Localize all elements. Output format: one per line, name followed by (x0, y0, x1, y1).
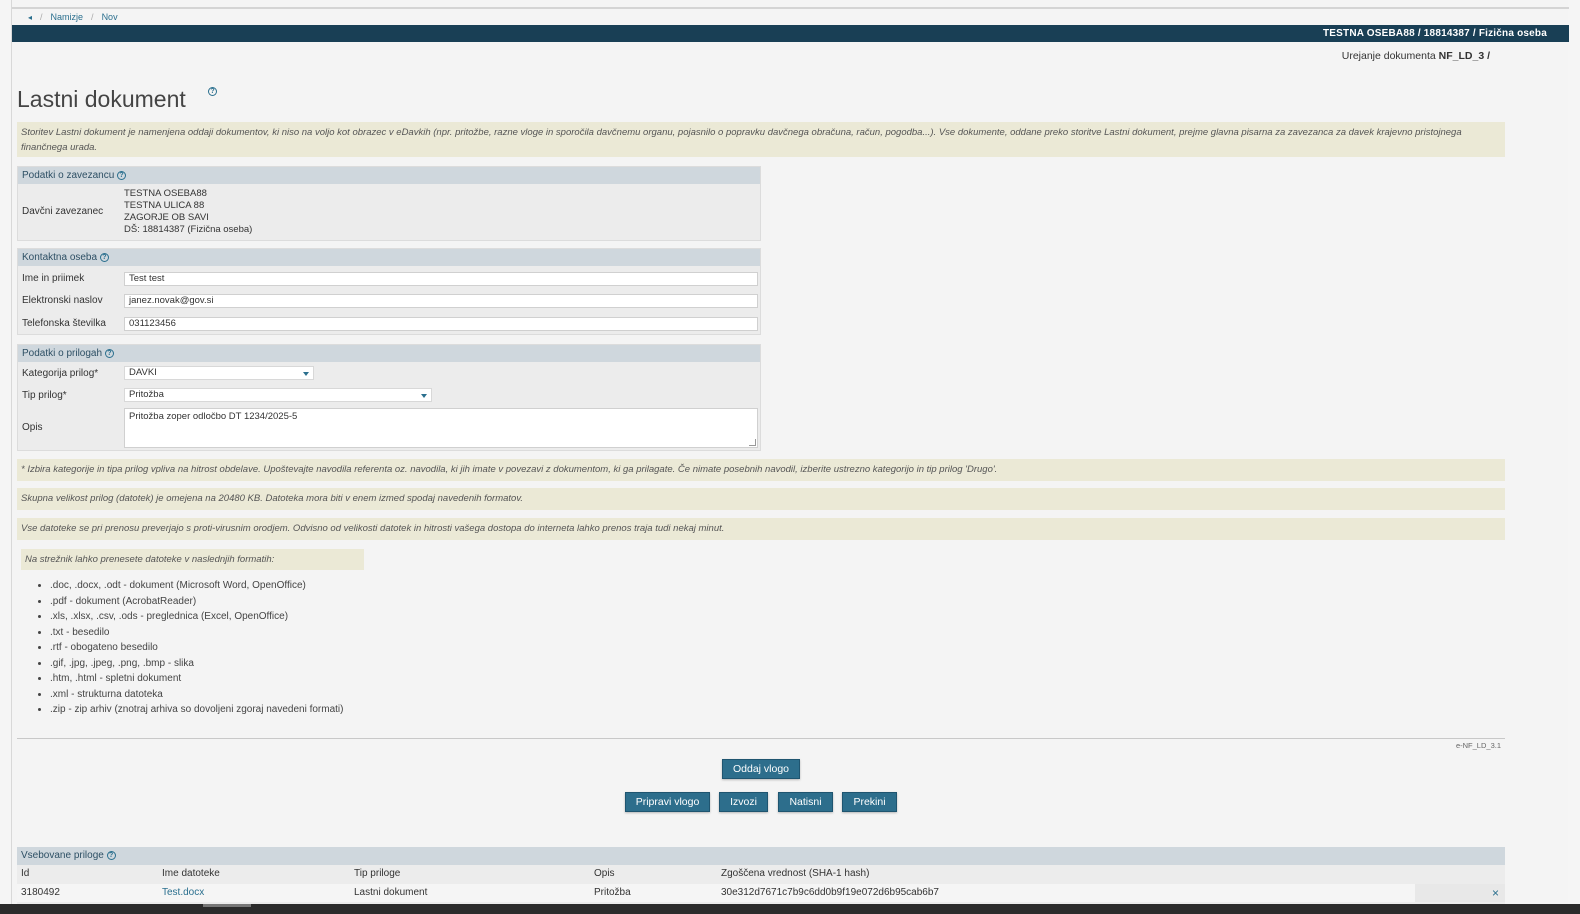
category-select[interactable]: DAVKI (124, 366, 314, 380)
help-icon[interactable]: ? (104, 348, 114, 358)
taxpayer-line: TESTNA OSEBA88 (124, 188, 207, 199)
formats-list: .doc, .docx, .odt - dokument (Microsoft … (50, 578, 343, 718)
format-item: .rtf - obogateno besedilo (50, 640, 343, 656)
column-desc: Opis (594, 868, 615, 879)
taxpayer-heading: Podatki o zavezancu (22, 170, 115, 181)
taxpayer-panel-heading: Podatki o zavezancu ? (18, 167, 760, 184)
format-item: .txt - besedilo (50, 625, 343, 641)
type-value: Pritožba (129, 389, 164, 400)
taxpayer-label: Davčni zavezanec (22, 206, 104, 217)
name-field[interactable]: Test test (124, 272, 758, 286)
taxpayer-address: TESTNA OSEBA88 TESTNA ULICA 88 ZAGORJE O… (124, 188, 252, 236)
format-item: .doc, .docx, .odt - dokument (Microsoft … (50, 578, 343, 594)
breadcrumb-separator: / (40, 12, 43, 22)
attachments-info-panel: Podatki o prilogah ? Kategorija prilog* … (17, 344, 761, 451)
contained-attachments-heading: Vsebovane priloge ? (17, 847, 1505, 865)
column-type: Tip priloge (354, 868, 401, 879)
chevron-down-icon (421, 394, 427, 398)
column-file: Ime datoteke (162, 868, 220, 879)
size-note: Skupna velikost prilog (datotek) je omej… (17, 488, 1505, 510)
document-edit-label: Urejanje dokumenta (1341, 50, 1436, 62)
type-label: Tip prilog* (22, 390, 67, 401)
contact-panel-heading: Kontaktna oseba ? (18, 249, 760, 266)
description-textarea[interactable]: Pritožba zoper odločbo DT 1234/2025-5 (124, 408, 758, 448)
cell-type: Lastni dokument (354, 887, 428, 898)
taxpayer-line: TESTNA ULICA 88 (124, 200, 205, 211)
document-edit-value: NF_LD_3 / (1438, 50, 1490, 62)
category-note: * Izbira kategorije in tipa prilog vpliv… (17, 459, 1505, 481)
contact-heading: Kontaktna oseba (22, 252, 98, 263)
divider (17, 738, 1505, 739)
app-frame: ◂ / Namizje / Nov TESTNA OSEBA88 / 18814… (11, 0, 1569, 907)
column-id: Id (21, 868, 30, 879)
breadcrumb: ◂ / Namizje / Nov (28, 11, 118, 23)
cell-id: 3180492 (21, 887, 60, 898)
table-header: Id Ime datoteke Tip priloge Opis Zgoščen… (17, 865, 1505, 883)
contact-panel: Kontaktna oseba ? Ime in priimek Test te… (17, 248, 761, 335)
format-item: .pdf - dokument (AcrobatReader) (50, 594, 343, 610)
form-version: e-NF_LD_3.1 (1455, 741, 1501, 750)
email-field[interactable]: janez.novak@gov.si (124, 294, 758, 308)
close-icon[interactable]: × (1415, 884, 1505, 902)
description-label: Opis (22, 422, 43, 433)
format-item: .xls, .xlsx, .csv, .ods - preglednica (E… (50, 609, 343, 625)
format-item: .xml - strukturna datoteka (50, 687, 343, 703)
contained-attachments-panel: Vsebovane priloge ? Id Ime datoteke Tip … (17, 847, 1505, 907)
user-bar: TESTNA OSEBA88 / 18814387 / Fizična oseb… (12, 25, 1569, 42)
top-divider (12, 7, 1569, 9)
scrollbar-thumb[interactable] (203, 904, 251, 907)
taxpayer-line: ZAGORJE OB SAVI (124, 212, 209, 223)
export-button[interactable]: Izvozi (719, 792, 768, 812)
cell-file-link[interactable]: Test.docx (162, 884, 204, 902)
print-button[interactable]: Natisni (778, 792, 833, 812)
phone-label: Telefonska številka (22, 318, 106, 329)
chevron-left-icon[interactable]: ◂ (28, 13, 32, 22)
prepare-button[interactable]: Pripravi vlogo (625, 792, 710, 812)
name-label: Ime in priimek (22, 273, 85, 284)
help-icon[interactable]: ? (208, 87, 217, 96)
breadcrumb-separator: / (91, 12, 94, 22)
type-select[interactable]: Pritožba (124, 388, 432, 402)
contained-attachments-title: Vsebovane priloge (21, 850, 104, 861)
page-title: Lastni dokument (17, 86, 186, 112)
category-label: Kategorija prilog* (22, 368, 99, 379)
taxpayer-line: DŠ: 18814387 (Fizična oseba) (124, 224, 253, 235)
category-value: DAVKI (129, 367, 157, 378)
attachments-info-heading: Podatki o prilogah ? (18, 345, 760, 362)
chevron-down-icon (303, 372, 309, 376)
email-label: Elektronski naslov (22, 295, 103, 306)
breadcrumb-item-namizje[interactable]: Namizje (51, 12, 84, 22)
phone-field[interactable]: 031123456 (124, 317, 758, 331)
resize-handle-icon[interactable] (749, 439, 756, 446)
taxpayer-panel: Podatki o zavezancu ? Davčni zavezanec T… (17, 166, 761, 241)
formats-heading: Na strežnik lahko prenesete datoteke v n… (21, 549, 364, 570)
help-icon[interactable]: ? (99, 252, 109, 262)
column-hash: Zgoščena vrednost (SHA-1 hash) (721, 868, 870, 879)
format-item: .zip - zip arhiv (znotraj arhiva so dovo… (50, 702, 343, 718)
breadcrumb-item-nov[interactable]: Nov (102, 12, 118, 22)
attachments-heading: Podatki o prilogah (22, 348, 103, 359)
description-value: Pritožba zoper odločbo DT 1234/2025-5 (129, 411, 298, 422)
submit-button[interactable]: Oddaj vlogo (722, 759, 800, 779)
intro-note: Storitev Lastni dokument je namenjena od… (17, 122, 1505, 157)
help-icon[interactable]: ? (106, 850, 116, 860)
antivirus-note: Vse datoteke se pri prenosu preverjajo s… (17, 518, 1505, 540)
horizontal-scrollbar[interactable] (0, 904, 1580, 914)
format-item: .htm, .html - spletni dokument (50, 671, 343, 687)
format-item: .gif, .jpg, .jpeg, .png, .bmp - slika (50, 656, 343, 672)
cell-desc: Pritožba (594, 887, 631, 898)
help-icon[interactable]: ? (117, 170, 127, 180)
cell-hash: 30e312d7671c7b9c6dd0b9f19e072d6b95cab6b7 (721, 887, 939, 898)
cancel-button[interactable]: Prekini (842, 792, 897, 812)
table-row: 3180492 Test.docx Lastni dokument Pritož… (17, 884, 1505, 902)
document-edit-info: Urejanje dokumenta NF_LD_3 / (1342, 50, 1490, 62)
